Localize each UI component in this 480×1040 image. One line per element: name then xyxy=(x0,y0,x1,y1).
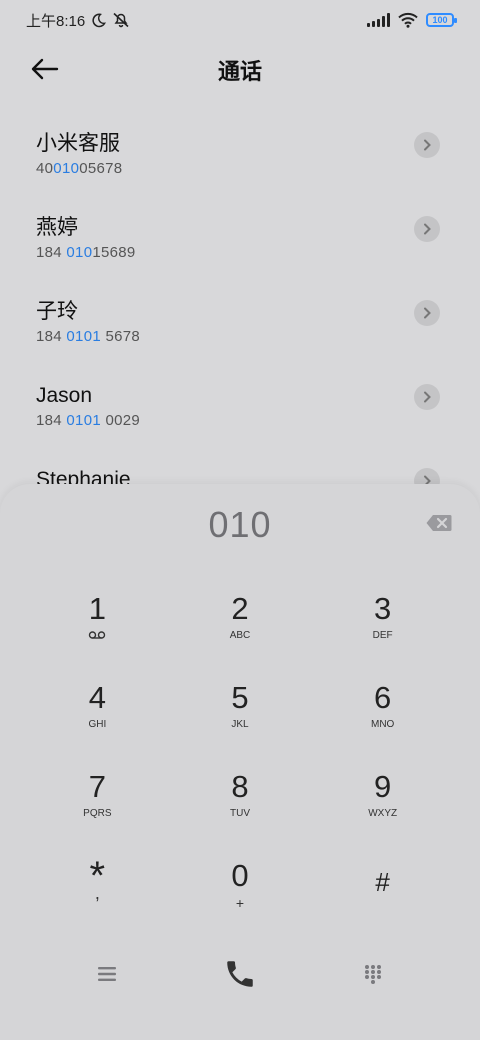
key-0[interactable]: 0 + xyxy=(169,859,312,948)
status-left: 上午8:16 xyxy=(26,10,130,31)
page-title: 通话 xyxy=(217,59,262,84)
arrow-left-icon xyxy=(31,58,59,80)
list-item[interactable]: 燕婷 184 01015689 xyxy=(0,196,480,280)
key-5[interactable]: 5 JKL xyxy=(169,681,312,770)
key-8[interactable]: 8 TUV xyxy=(169,770,312,859)
chevron-right-icon xyxy=(424,139,431,151)
keypad-toggle-button[interactable] xyxy=(353,954,393,994)
keypad-icon xyxy=(365,965,382,984)
contact-name: 小米客服 xyxy=(36,132,120,155)
chevron-right-icon xyxy=(424,391,431,403)
voicemail-icon xyxy=(89,631,106,639)
contact-name: 子玲 xyxy=(36,300,78,323)
bell-muted-icon xyxy=(113,12,129,28)
key-1[interactable]: 1 xyxy=(26,592,169,681)
back-button[interactable] xyxy=(28,54,62,84)
key-3[interactable]: 3 DEF xyxy=(311,592,454,681)
dialed-number: 010 xyxy=(208,504,272,545)
phone-icon xyxy=(227,961,253,987)
list-item[interactable]: 子玲 184 0101 5678 xyxy=(0,280,480,364)
key-star[interactable]: * , xyxy=(26,856,169,948)
contact-number: 4001005678 xyxy=(36,160,123,177)
contact-number: 184 0101 5678 xyxy=(36,328,141,345)
key-7[interactable]: 7 PQRS xyxy=(26,770,169,859)
details-button[interactable] xyxy=(414,132,440,158)
header: 通话 xyxy=(0,42,480,98)
list-item[interactable]: 小米客服 4001005678 xyxy=(0,112,480,196)
contact-name: Jason xyxy=(36,384,93,407)
key-9[interactable]: 9 WXYZ xyxy=(311,770,454,859)
keypad: 1 2 ABC 3 DEF 4 GHI 5 JKL 6 MNO 7 PQRS 8… xyxy=(26,592,454,948)
status-time: 上午8:16 xyxy=(26,12,86,30)
key-4[interactable]: 4 GHI xyxy=(26,681,169,770)
battery-level: 100 xyxy=(432,14,448,25)
details-button[interactable] xyxy=(414,300,440,326)
details-button[interactable] xyxy=(414,384,440,410)
contact-list: 小米客服 4001005678 燕婷 184 01015689 子玲 184 0… xyxy=(0,112,480,532)
key-6[interactable]: 6 MNO xyxy=(311,681,454,770)
chevron-right-icon xyxy=(424,223,431,235)
delete-button[interactable] xyxy=(426,514,452,532)
dialpad-actions xyxy=(0,954,480,994)
chevron-right-icon xyxy=(424,307,431,319)
signal-icon xyxy=(367,13,390,27)
status-bar: 上午8:16 100 xyxy=(0,0,480,40)
status-right: 100 xyxy=(367,12,457,28)
call-button[interactable] xyxy=(220,954,260,994)
wifi-icon xyxy=(398,12,418,28)
key-2[interactable]: 2 ABC xyxy=(169,592,312,681)
dialpad-panel: 010 1 2 ABC 3 DEF 4 GHI 5 JKL 6 MNO 7 PQ… xyxy=(0,484,480,1040)
moon-icon xyxy=(92,13,107,27)
contact-number: 184 01015689 xyxy=(36,244,136,261)
menu-button[interactable] xyxy=(87,954,127,994)
contact-number: 184 0101 0029 xyxy=(36,412,141,429)
list-item[interactable]: Jason 184 0101 0029 xyxy=(0,364,480,448)
menu-icon xyxy=(97,967,116,981)
details-button[interactable] xyxy=(414,216,440,242)
backspace-icon xyxy=(426,515,452,531)
key-hash[interactable]: # xyxy=(311,859,454,948)
battery-icon: 100 xyxy=(426,13,457,27)
contact-name: 燕婷 xyxy=(36,216,78,239)
